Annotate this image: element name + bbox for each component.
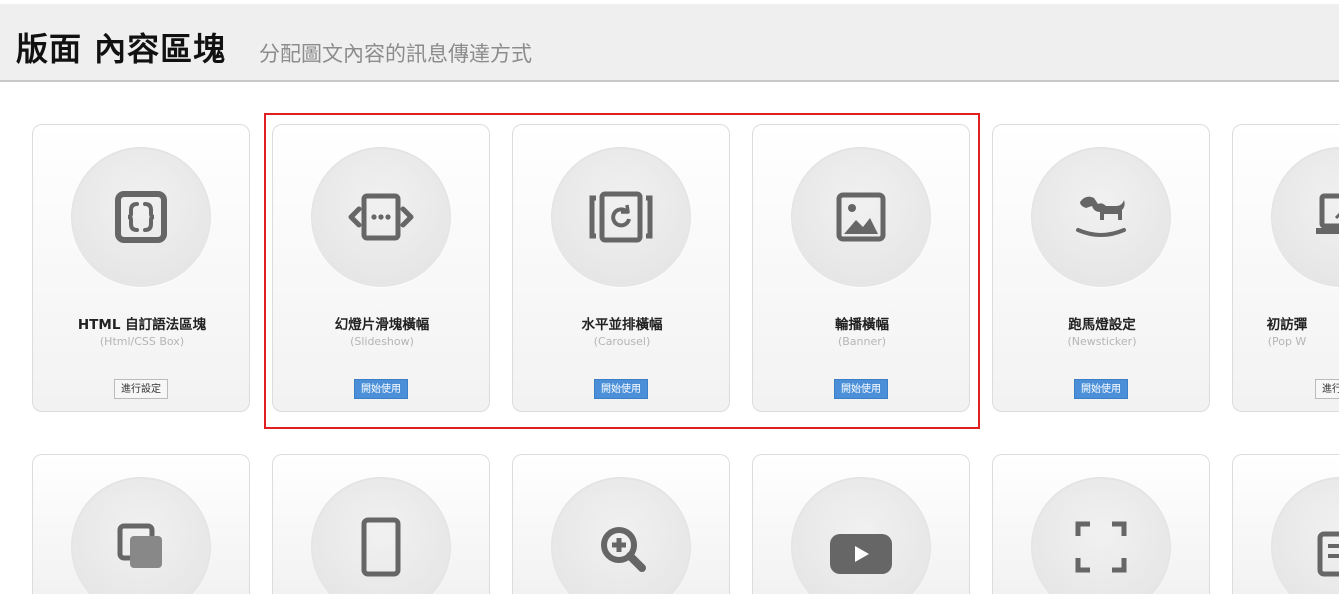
module-card-row2-2 bbox=[272, 454, 490, 594]
module-card-slideshow: 幻燈片滑塊橫幅 (Slideshow) 開始使用 bbox=[272, 124, 490, 412]
card-title: HTML 自訂語法區塊 bbox=[77, 317, 207, 333]
card-title: 初訪彈 bbox=[1266, 317, 1308, 333]
module-card-popup: 初訪彈 (Pop W 進行 bbox=[1232, 124, 1339, 412]
stacked-squares-icon bbox=[117, 523, 162, 568]
image-icon bbox=[836, 192, 886, 242]
list-icon bbox=[1317, 531, 1339, 577]
card-subtitle: (Newsticker) bbox=[1067, 335, 1137, 348]
module-card-row2-3 bbox=[512, 454, 730, 594]
tablet-icon bbox=[361, 517, 401, 577]
card-subtitle: (Banner) bbox=[837, 335, 887, 348]
code-braces-icon bbox=[115, 191, 167, 243]
rocking-horse-icon bbox=[1076, 196, 1126, 237]
card-subtitle: (Pop W bbox=[1267, 335, 1307, 348]
module-card-row2-6 bbox=[1232, 454, 1339, 594]
page-subtitle: 分配圖文內容的訊息傳達方式 bbox=[259, 42, 532, 66]
card-title: 水平並排橫幅 bbox=[581, 317, 663, 333]
module-card-row2-1 bbox=[32, 454, 250, 594]
play-video-icon bbox=[830, 534, 892, 574]
card-title: 跑馬燈設定 bbox=[1068, 317, 1136, 333]
page-title: 版面 內容區塊 bbox=[16, 30, 227, 68]
configure-button[interactable]: 進行 bbox=[1315, 379, 1339, 399]
start-using-button[interactable]: 開始使用 bbox=[834, 379, 888, 399]
module-card-html-box: HTML 自訂語法區塊 (Html/CSS Box) 進行設定 bbox=[32, 124, 250, 412]
module-card-newsticker: 跑馬燈設定 (Newsticker) 開始使用 bbox=[992, 124, 1210, 412]
start-using-button[interactable]: 開始使用 bbox=[1074, 379, 1128, 399]
configure-button[interactable]: 進行設定 bbox=[114, 379, 168, 399]
slideshow-icon bbox=[348, 193, 414, 241]
start-using-button[interactable]: 開始使用 bbox=[594, 379, 648, 399]
card-title: 幻燈片滑塊橫幅 bbox=[334, 317, 430, 333]
card-subtitle: (Slideshow) bbox=[350, 335, 414, 348]
zoom-in-icon bbox=[601, 527, 646, 572]
laptop-window-icon bbox=[1316, 193, 1339, 234]
carousel-icon bbox=[589, 191, 653, 243]
start-using-button[interactable]: 開始使用 bbox=[354, 379, 408, 399]
card-title: 輪播橫幅 bbox=[835, 317, 889, 333]
card-subtitle: (Carousel) bbox=[593, 335, 651, 348]
module-card-row2-4 bbox=[752, 454, 970, 594]
fullscreen-icon bbox=[1075, 521, 1127, 573]
module-card-row2-5 bbox=[992, 454, 1210, 594]
module-card-carousel: 水平並排橫幅 (Carousel) 開始使用 bbox=[512, 124, 730, 412]
page-header: 版面 內容區塊 分配圖文內容的訊息傳達方式 bbox=[0, 4, 1339, 82]
card-subtitle: (Html/CSS Box) bbox=[99, 335, 185, 348]
module-card-banner: 輪播橫幅 (Banner) 開始使用 bbox=[752, 124, 970, 412]
